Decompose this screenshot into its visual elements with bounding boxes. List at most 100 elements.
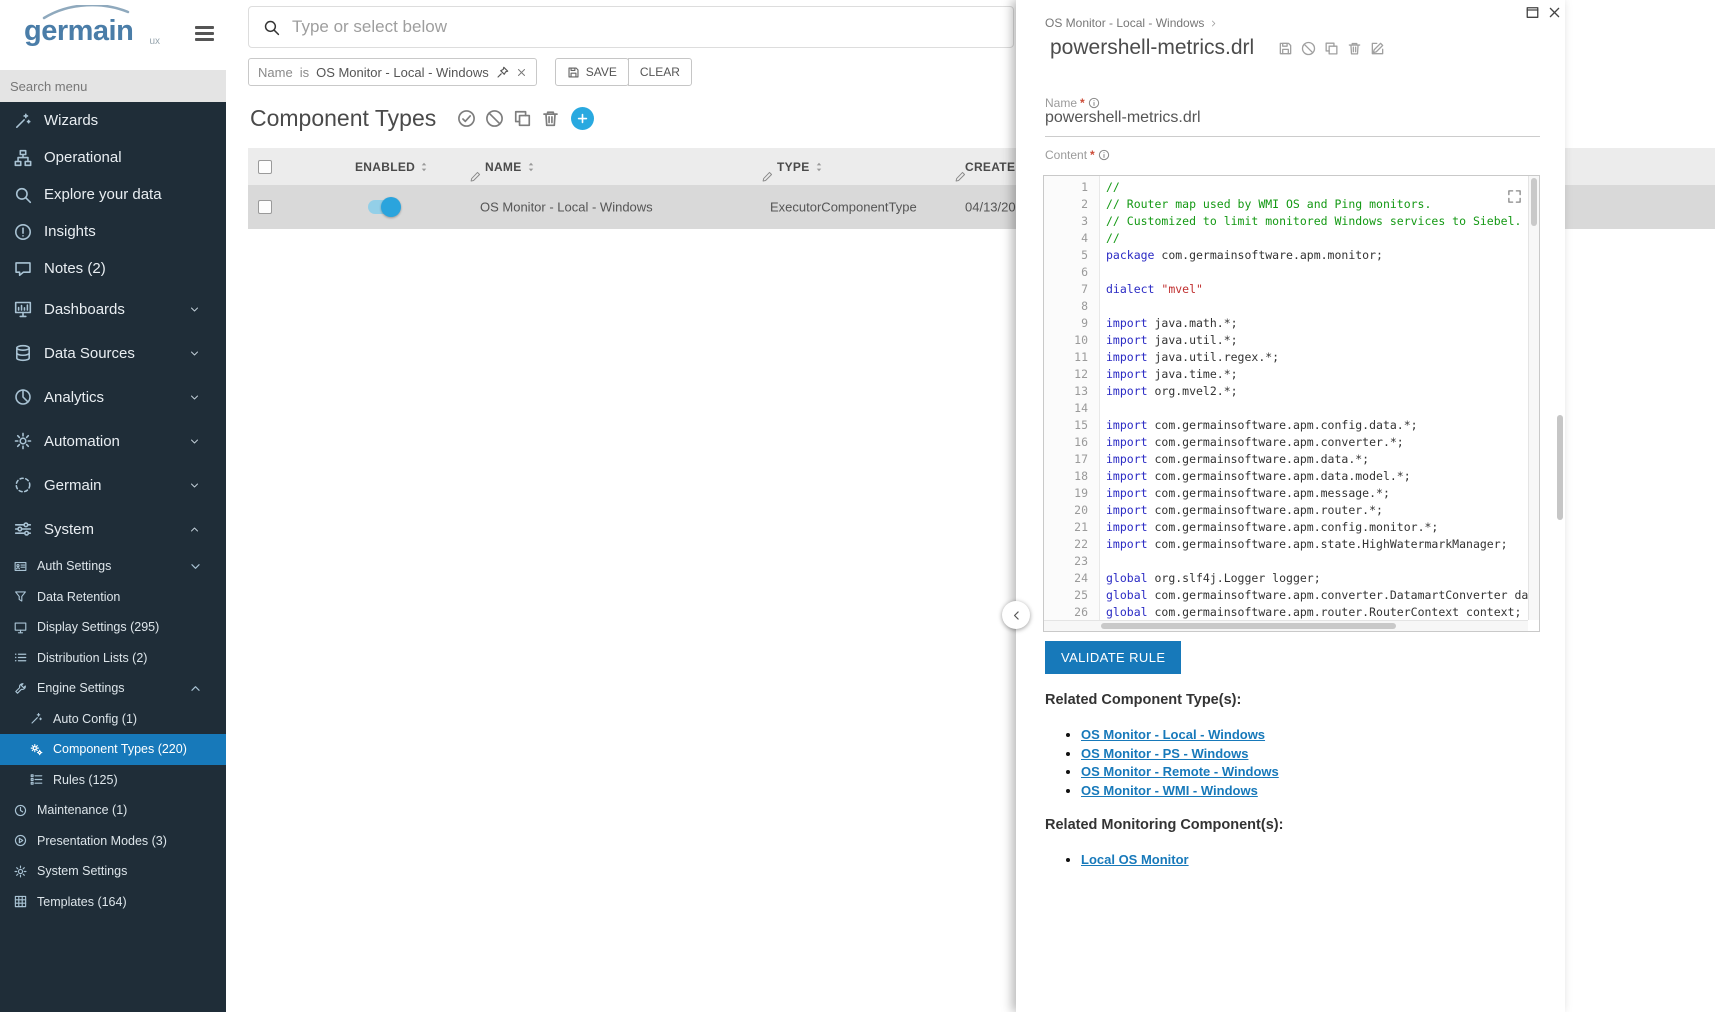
sidebar-subitem[interactable]: Templates (164) — [0, 887, 226, 918]
save-icon — [567, 66, 580, 79]
related-types-list: OS Monitor - Local - Windows OS Monitor … — [1063, 726, 1279, 801]
fullscreen-icon[interactable] — [1507, 189, 1522, 204]
sidebar-header: germain ux — [0, 0, 226, 70]
column-filter-icon[interactable] — [470, 171, 481, 182]
related-type-link[interactable]: OS Monitor - PS - Windows — [1081, 746, 1248, 761]
sort-icon — [418, 161, 430, 173]
related-type-link[interactable]: OS Monitor - Remote - Windows — [1081, 764, 1279, 779]
sidebar-item[interactable]: Explore your data — [0, 176, 226, 213]
sidebar-subitem[interactable]: Maintenance (1) — [0, 795, 226, 826]
ban-circle-icon[interactable] — [485, 109, 504, 128]
panel-collapse-button[interactable] — [1002, 601, 1030, 629]
panel-scrollbar-thumb[interactable] — [1557, 415, 1563, 520]
panel-title-row: powershell-metrics.drl — [1050, 36, 1385, 60]
sidebar-item[interactable]: Insights — [0, 213, 226, 250]
related-component-link[interactable]: Local OS Monitor — [1081, 852, 1189, 867]
filter-chip: Name is OS Monitor - Local - Windows — [248, 58, 537, 86]
sidebar-subitem[interactable]: Presentation Modes (3) — [0, 826, 226, 857]
code-editor[interactable]: 1234567891011121314151617181920212223242… — [1043, 175, 1540, 632]
dashboard-icon — [14, 300, 32, 318]
sidebar-item[interactable]: Operational — [0, 139, 226, 176]
related-component-item: Local OS Monitor — [1081, 851, 1189, 870]
filter-chip-row: Name is OS Monitor - Local - Windows SAV… — [248, 58, 692, 86]
related-type-link[interactable]: OS Monitor - WMI - Windows — [1081, 783, 1258, 798]
copy-icon[interactable] — [513, 109, 532, 128]
alert-icon — [14, 223, 32, 241]
sliders-icon — [14, 520, 32, 538]
save-filter-button[interactable]: SAVE — [555, 58, 629, 86]
column-header-enabled[interactable]: ENABLED — [355, 160, 430, 174]
sidebar-subitem[interactable]: Distribution Lists (2) — [0, 643, 226, 674]
filter-search-input[interactable] — [292, 17, 999, 37]
menu-toggle-icon[interactable] — [195, 26, 214, 44]
sidebar-search-input[interactable] — [10, 79, 216, 94]
trash-icon[interactable] — [541, 109, 560, 128]
sidebar-item[interactable]: Dashboards — [0, 287, 226, 331]
copy-icon[interactable] — [1324, 41, 1339, 56]
wand-icon — [14, 112, 32, 130]
chip-operator: is — [300, 65, 309, 80]
breadcrumb[interactable]: OS Monitor - Local - Windows — [1045, 16, 1218, 30]
column-filter-icon[interactable] — [762, 171, 773, 182]
funnel-icon — [14, 590, 27, 603]
sidebar-item[interactable]: Notes (2) — [0, 250, 226, 287]
global-filter-bar — [248, 6, 1014, 48]
name-field-label: Name* — [1045, 96, 1100, 110]
sidebar-item[interactable]: Wizards — [0, 102, 226, 139]
check-circle-icon[interactable] — [457, 109, 476, 128]
bulk-actions — [448, 109, 560, 128]
app-window: germain ux Wizards — [0, 0, 1715, 1012]
sidebar-subitem[interactable]: Auto Config (1) — [0, 704, 226, 735]
sidebar-subitem[interactable]: Engine Settings — [0, 673, 226, 704]
trash-icon[interactable] — [1347, 41, 1362, 56]
related-types-heading: Related Component Type(s): — [1045, 692, 1241, 708]
editor-h-scrollbar — [1044, 620, 1528, 631]
rule-actions — [1278, 41, 1385, 56]
select-all-checkbox[interactable] — [258, 160, 272, 174]
sidebar-item[interactable]: Analytics — [0, 375, 226, 419]
floppy-icon[interactable] — [1278, 41, 1293, 56]
sidebar-subitem[interactable]: Display Settings (295) — [0, 612, 226, 643]
logo-text: germain — [24, 17, 150, 46]
editor-code[interactable]: //// Router map used by WMI OS and Ping … — [1101, 176, 1528, 620]
play-icon — [14, 834, 27, 847]
search-icon — [263, 19, 280, 36]
chevron-down-icon — [189, 436, 200, 447]
grid-icon — [14, 895, 27, 908]
sidebar-subitem[interactable]: System Settings — [0, 856, 226, 887]
enabled-toggle[interactable] — [368, 200, 398, 214]
validate-rule-button[interactable]: VALIDATE RULE — [1045, 641, 1181, 674]
add-component-type-button[interactable] — [571, 107, 594, 130]
clock-icon — [14, 804, 27, 817]
column-header-type[interactable]: TYPE — [777, 160, 825, 174]
ban-circle-icon[interactable] — [1301, 41, 1316, 56]
rule-name-input[interactable] — [1045, 109, 1540, 137]
sidebar-subitem[interactable]: Auth Settings — [0, 551, 226, 582]
h-scrollbar-thumb[interactable] — [1101, 623, 1396, 629]
list-icon — [14, 651, 27, 664]
related-type-item: OS Monitor - Remote - Windows — [1081, 763, 1279, 782]
column-header-name[interactable]: NAME — [485, 160, 537, 174]
sidebar-item[interactable]: Automation — [0, 419, 226, 463]
row-checkbox[interactable] — [258, 200, 272, 214]
sidebar-subitem[interactable]: Component Types (220) — [0, 734, 226, 765]
sidebar-item[interactable]: System — [0, 507, 226, 551]
chevron-down-icon — [189, 304, 200, 315]
related-type-link[interactable]: OS Monitor - Local - Windows — [1081, 727, 1265, 742]
analytics-icon — [14, 388, 32, 406]
v-scrollbar-thumb[interactable] — [1531, 178, 1537, 226]
sidebar-item[interactable]: Germain — [0, 463, 226, 507]
sidebar-subitem[interactable]: Data Retention — [0, 582, 226, 613]
sidebar-item[interactable]: Data Sources — [0, 331, 226, 375]
remove-filter-icon[interactable] — [516, 67, 527, 78]
edit-icon[interactable] — [1370, 41, 1385, 56]
pin-icon[interactable] — [496, 66, 509, 79]
info-icon — [1098, 149, 1110, 161]
gear-icon — [14, 865, 27, 878]
dashed-circle-icon — [14, 476, 32, 494]
chevron-up-icon — [189, 524, 200, 535]
clear-filter-button[interactable]: CLEAR — [628, 58, 692, 86]
sidebar-subitem[interactable]: Rules (125) — [0, 765, 226, 796]
maximize-icon[interactable] — [1525, 5, 1540, 20]
editor-v-scrollbar — [1528, 176, 1539, 620]
